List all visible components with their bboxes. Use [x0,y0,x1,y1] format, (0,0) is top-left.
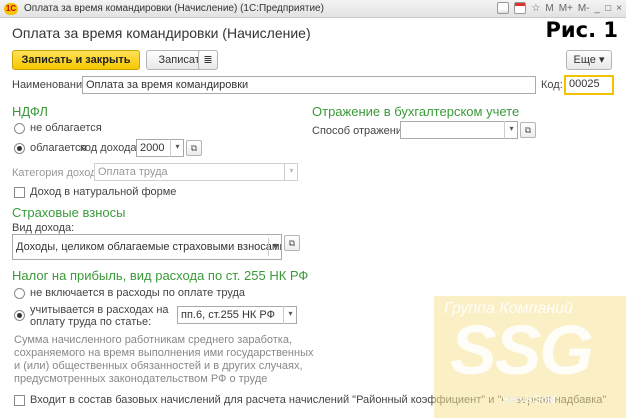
code-field[interactable]: 00025 [564,75,614,95]
expense-article-dropdown-icon[interactable]: ▾ [283,306,297,324]
save-and-close-button[interactable]: Записать и закрыть [12,50,140,70]
minimize-button[interactable]: _ [595,3,601,14]
more-label: Еще [573,54,596,66]
accounting-method-label: Способ отражения: [312,125,411,137]
income-category-label: Категория дохода: [12,167,106,179]
watermark-site-text: ServisGold [502,394,556,406]
watermark-ssg-text: SSG [450,311,594,389]
close-button[interactable]: × [616,3,622,14]
income-code-label: код дохода: [80,142,140,154]
in-kind-label: Доход в натуральной форме [30,186,177,198]
ndfl-taxed-radio[interactable] [14,143,25,154]
expense-article-note: Сумма начисленного работникам среднего з… [14,334,314,385]
in-kind-checkbox[interactable] [14,187,25,198]
titlebar-controls: ☆ M M+ M- _ □ × [497,2,622,14]
income-type-field[interactable]: Доходы, целиком облагаемые страховыми вз… [12,234,282,260]
profit-tax-section-title: Налог на прибыль, вид расхода по ст. 255… [12,268,309,283]
ndfl-not-taxed-label: не облагается [30,122,102,134]
income-category-dropdown-icon: ▾ [284,163,298,181]
ndfl-not-taxed-radio[interactable] [14,123,25,134]
code-label: Код: [541,79,563,91]
name-field[interactable]: Оплата за время командировки [82,76,536,94]
calendar-icon[interactable] [514,2,527,14]
chevron-down-icon: ▾ [598,54,605,66]
report-icon[interactable]: ≣ [198,50,218,70]
income-type-label: Вид дохода: [12,222,75,234]
memory-button-mplus[interactable]: M+ [559,3,573,14]
accounting-method-dropdown-icon[interactable]: ▾ [504,121,518,139]
accounting-method-open-icon[interactable]: ⧉ [520,122,536,138]
profit-not-included-radio[interactable] [14,288,25,299]
profit-included-label-line1: учитывается в расходах на [30,304,169,316]
name-label: Наименование: [12,79,92,91]
insurance-section-title: Страховые взносы [12,205,126,220]
maximize-button[interactable]: □ [605,3,611,14]
watermark-logo: Группа Компаний SSG ServisGold [434,296,626,418]
more-button[interactable]: Еще ▾ [566,50,612,70]
income-code-dropdown-icon[interactable]: ▾ [170,139,184,157]
accounting-method-field[interactable] [400,121,518,139]
window-title: Оплата за время командировки (Начисление… [24,3,324,14]
ndfl-section-title: НДФЛ [12,104,48,119]
memory-button-mminus[interactable]: M- [578,3,590,14]
profit-not-included-label: не включается в расходы по оплате труда [30,287,246,299]
doc-icon[interactable] [497,2,510,14]
accounting-section-title: Отражение в бухгалтерском учете [312,104,520,119]
income-code-open-icon[interactable]: ⧉ [186,140,202,156]
profit-included-label-line2: оплату труда по статье: [30,316,152,328]
app-logo-icon: 1С [4,3,18,15]
window-titlebar: 1С Оплата за время командировки (Начисле… [0,0,626,18]
income-type-dropdown-icon[interactable]: ▾ [268,238,282,256]
income-category-field: Оплата труда [94,163,298,181]
income-type-open-icon[interactable]: ⧉ [284,235,300,251]
ndfl-taxed-label: облагается [30,142,87,154]
star-icon[interactable]: ☆ [531,3,540,14]
memory-button-m[interactable]: M [545,3,553,14]
figure-label: Рис. 1 [545,18,618,42]
profit-included-radio[interactable] [14,310,25,321]
base-accruals-checkbox[interactable] [14,395,25,406]
expense-article-field[interactable]: пп.6, ст.255 НК РФ [177,306,297,324]
form-title: Оплата за время командировки (Начисление… [12,25,311,41]
